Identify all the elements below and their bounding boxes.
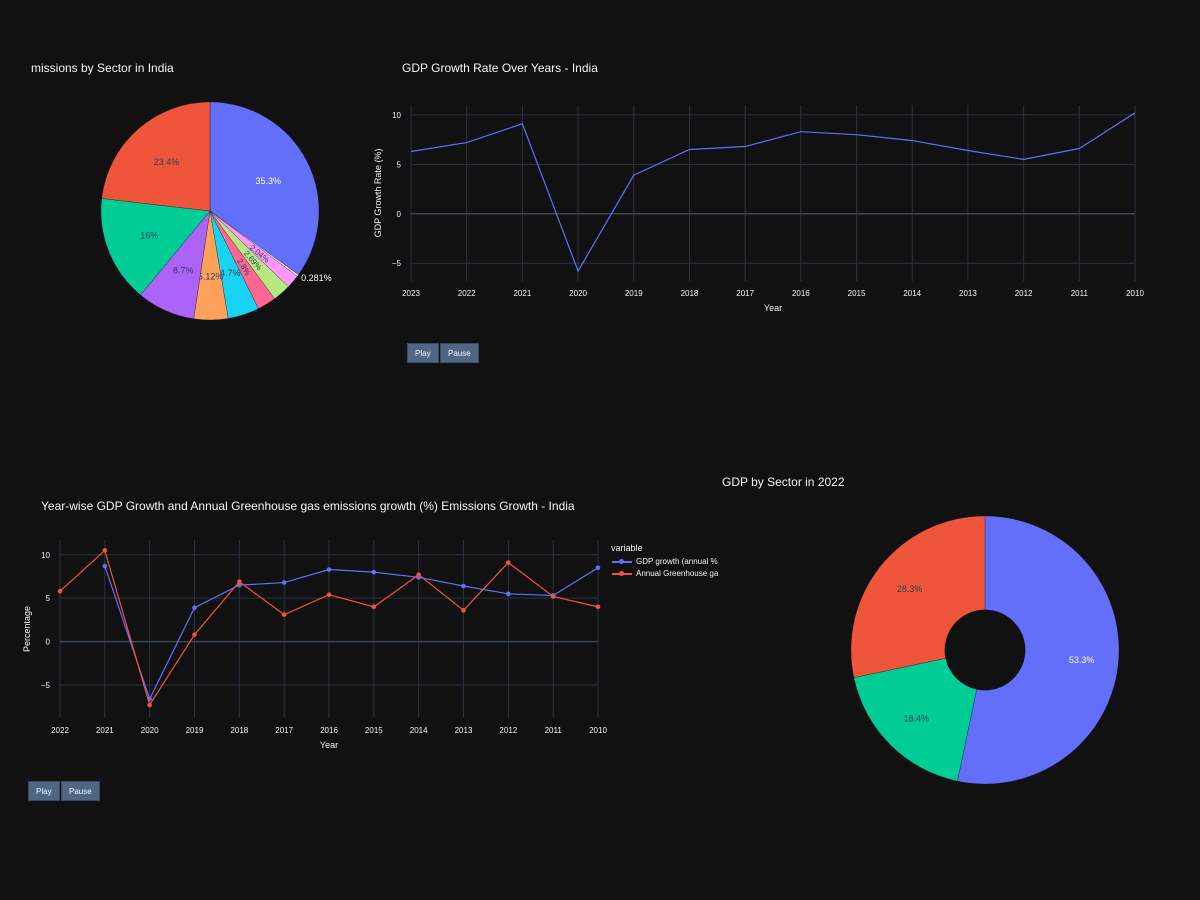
combo-line-series-point[interactable] xyxy=(506,560,511,565)
legend-item-gdp[interactable]: GDP growth (annual % xyxy=(612,557,722,566)
gdp-line-xtick-label: 2020 xyxy=(569,289,587,298)
gdp-line-ytick-label: −5 xyxy=(392,259,402,268)
combo-line-xtick-label: 2022 xyxy=(51,726,69,735)
legend-item-ghg[interactable]: Annual Greenhouse ga xyxy=(612,569,722,578)
combo-line-series-point[interactable] xyxy=(326,592,332,598)
combo-line-xtick-label: 2012 xyxy=(499,726,517,735)
gdp-line-xtick-label: 2010 xyxy=(1126,289,1144,298)
donut-gdp-slice-label: 28.3% xyxy=(897,584,923,594)
combo-line-series-point[interactable] xyxy=(371,569,377,575)
combo-line-series-point[interactable] xyxy=(102,563,108,569)
combo-line-series-point[interactable] xyxy=(506,591,511,597)
combo-line-series-point[interactable] xyxy=(281,580,287,585)
legend-title: variable xyxy=(611,543,643,553)
combo-line-series-point[interactable] xyxy=(192,605,197,611)
donut-gdp-chart: 53.3% 18.4% 28.3% xyxy=(850,515,1120,785)
gdp-line-ytick-label: 10 xyxy=(392,111,401,120)
combo-line-yaxis-title: Percentage xyxy=(22,606,32,652)
combo-line-ytick-label: 0 xyxy=(46,638,51,647)
pie-emissions-title: missions by Sector in India xyxy=(31,61,174,75)
combo-line-series-point[interactable] xyxy=(57,588,63,594)
combo-line-series-point[interactable] xyxy=(550,594,556,599)
donut-gdp-slice[interactable] xyxy=(850,515,986,678)
legend-label-ghg: Annual Greenhouse ga xyxy=(636,569,719,578)
combo-line-title: Year-wise GDP Growth and Annual Greenhou… xyxy=(41,499,575,513)
combo-line-xtick-label: 2016 xyxy=(320,726,338,735)
pie-emissions-chart: 35.3%0.281%2.04%2.69%2.8%4.7%5.12%8.7%16… xyxy=(100,101,332,321)
combo-line-series-point[interactable] xyxy=(461,608,466,613)
combo-line-xtick-label: 2010 xyxy=(589,726,607,735)
gdp-line-xtick-label: 2022 xyxy=(458,289,476,298)
pie-emissions-slice-label: 0.281% xyxy=(301,273,332,283)
gdp-line-xtick-label: 2019 xyxy=(625,289,643,298)
gdp-pause-button[interactable]: Pause xyxy=(440,343,479,363)
donut-gdp-slice-label: 18.4% xyxy=(904,714,930,724)
gdp-line-xtick-label: 2018 xyxy=(681,289,699,298)
combo-line-series-point[interactable] xyxy=(461,583,466,589)
combo-line-series-point[interactable] xyxy=(237,579,242,584)
combo-line-xtick-label: 2020 xyxy=(141,726,159,735)
combo-line-xtick-label: 2014 xyxy=(410,726,428,735)
gdp-line-series-line[interactable] xyxy=(410,112,1136,273)
combo-play-button[interactable]: Play xyxy=(28,781,60,801)
gdp-line-xtick-label: 2016 xyxy=(792,289,810,298)
pie-emissions-slice-label: 5.12% xyxy=(198,271,224,281)
pie-emissions-slice-label: 16% xyxy=(140,230,158,240)
gdp-line-yaxis-title: GDP Growth Rate (%) xyxy=(373,149,383,238)
pie-emissions-slice-label: 8.7% xyxy=(173,266,194,276)
gdp-line-xtick-label: 2015 xyxy=(848,289,866,298)
combo-line-xaxis-title: Year xyxy=(320,740,338,750)
legend-swatch-ghg-icon xyxy=(612,570,632,578)
gdp-line-xtick-label: 2013 xyxy=(959,289,977,298)
combo-line-series-point[interactable] xyxy=(595,604,601,610)
combo-line-series-point[interactable] xyxy=(595,565,601,571)
donut-gdp-slice-label: 53.3% xyxy=(1069,655,1095,665)
combo-line-xtick-label: 2018 xyxy=(230,726,248,735)
gdp-line-xtick-label: 2012 xyxy=(1015,289,1033,298)
gdp-line-xaxis-title: Year xyxy=(764,303,782,313)
combo-line-xtick-label: 2021 xyxy=(96,726,114,735)
gdp-line-xtick-label: 2011 xyxy=(1071,289,1089,298)
combo-line-ytick-label: 10 xyxy=(41,551,50,560)
gdp-line-title: GDP Growth Rate Over Years - India xyxy=(402,61,598,75)
combo-line-series-point[interactable] xyxy=(326,567,332,572)
donut-gdp-title: GDP by Sector in 2022 xyxy=(722,475,845,489)
combo-line-xtick-label: 2019 xyxy=(186,726,204,735)
gdp-line-chart: 2023 2022 2021 2020 2019 2018 2017 2016 2015 2014… xyxy=(373,105,1144,313)
combo-line-xtick-label: 2015 xyxy=(365,726,383,735)
combo-line-series-point[interactable] xyxy=(102,548,108,553)
combo-line-series-line[interactable] xyxy=(104,565,599,701)
combo-line-chart: 2022 2021 2020 2019 2018 2017 2016 2015 2014 2013… xyxy=(22,540,607,750)
combo-line-series-point[interactable] xyxy=(281,612,287,617)
combo-line-xtick-label: 2013 xyxy=(455,726,473,735)
legend-label-gdp: GDP growth (annual % xyxy=(636,557,718,566)
gdp-line-xtick-label: 2017 xyxy=(736,289,754,298)
gdp-play-button[interactable]: Play xyxy=(407,343,439,363)
legend-swatch-gdp-icon xyxy=(612,558,632,566)
gdp-line-ytick-label: 5 xyxy=(397,160,402,169)
combo-line-ytick-label: −5 xyxy=(41,681,51,690)
pie-emissions-slice-label: 23.4% xyxy=(154,157,180,167)
gdp-line-xtick-label: 2014 xyxy=(903,289,921,298)
combo-line-series-point[interactable] xyxy=(192,632,197,637)
gdp-line-xtick-label: 2021 xyxy=(513,289,531,298)
gdp-line-xtick-label: 2023 xyxy=(402,289,420,298)
combo-line-xtick-label: 2017 xyxy=(275,726,293,735)
combo-line-series-point[interactable] xyxy=(147,702,152,708)
combo-line-series-point[interactable] xyxy=(416,572,421,578)
pie-emissions-slice-label: 35.3% xyxy=(255,176,281,186)
combo-line-series-point[interactable] xyxy=(371,604,377,610)
combo-pause-button[interactable]: Pause xyxy=(61,781,100,801)
gdp-line-ytick-label: 0 xyxy=(397,210,402,219)
combo-line-xtick-label: 2011 xyxy=(545,726,563,735)
combo-line-ytick-label: 5 xyxy=(46,594,51,603)
